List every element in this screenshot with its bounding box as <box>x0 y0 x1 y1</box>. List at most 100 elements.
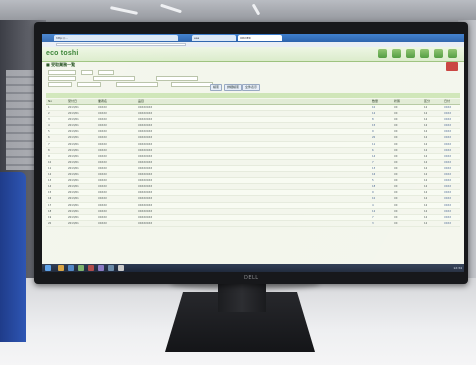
table-cell: 15 <box>48 191 52 195</box>
table-cell: 2013/01 <box>68 221 79 225</box>
taskbar-app-icon[interactable] <box>58 265 64 271</box>
table-cell: 12 <box>424 197 428 201</box>
column-header[interactable]: No <box>48 99 52 104</box>
header-app-icon[interactable] <box>406 49 415 58</box>
table-cell: XXXXXXXX <box>138 203 153 207</box>
table-body: 1 2013/01 XXXXX XXXXXXXX 10 XX 12 XXXX 2 2013/01 X… <box>46 105 460 227</box>
start-icon[interactable] <box>45 265 51 271</box>
table-cell: XXXX <box>444 118 452 122</box>
table-cell: 12 <box>424 130 428 134</box>
table-cell: XXXXX <box>98 173 107 177</box>
table-cell: 2013/01 <box>68 124 79 128</box>
search-field[interactable] <box>92 76 135 81</box>
search-field[interactable] <box>115 82 158 87</box>
table-cell: XXXXXXXX <box>138 197 153 201</box>
table-cell: XXXXXXXX <box>138 106 153 109</box>
column-header[interactable]: 状態 <box>394 99 400 104</box>
table-cell: 18 <box>372 185 376 189</box>
table-cell: 12 <box>424 142 428 146</box>
table-row[interactable]: 20 2013/01 XXXXX XXXXXXXX 3 XX 12 XXXX <box>46 221 460 227</box>
column-header[interactable]: 品目 <box>138 99 144 104</box>
table-cell: XX <box>394 112 398 116</box>
header-app-icon[interactable] <box>420 49 429 58</box>
table-cell: 11 <box>372 142 376 146</box>
page-title: ■ 受取業務一覧 <box>46 62 76 67</box>
header-app-icon[interactable] <box>378 49 387 58</box>
search-field[interactable] <box>48 76 76 81</box>
table-cell: 2013/01 <box>68 118 79 122</box>
table-cell: XX <box>394 118 398 122</box>
table-cell: XXXXXXXX <box>138 160 153 164</box>
table-cell: XXXXXXXX <box>138 124 153 128</box>
search-field[interactable] <box>97 70 114 75</box>
ceiling-light <box>109 6 139 15</box>
table-cell: 12 <box>424 154 428 158</box>
table-cell: 9 <box>372 191 374 195</box>
taskbar-app-icon[interactable] <box>78 265 84 271</box>
table-cell: 2 <box>48 112 50 116</box>
column-header[interactable]: 区分 <box>424 99 430 104</box>
table-cell: XX <box>394 130 398 134</box>
table-cell: 6 <box>372 148 374 152</box>
table-cell: XX <box>394 160 398 164</box>
table-cell: 12 <box>424 160 428 164</box>
table-cell: XXXXX <box>98 130 107 134</box>
column-header[interactable]: 受付日 <box>68 99 77 104</box>
taskbar-app-icon[interactable] <box>88 265 94 271</box>
table-cell: XX <box>394 203 398 207</box>
browser-tab[interactable]: esa <box>192 35 236 41</box>
table-cell: XXXXX <box>98 148 107 152</box>
show-all-button[interactable]: 全件表示 <box>242 84 261 91</box>
table-cell: XX <box>394 166 398 170</box>
table-cell: 14 <box>48 185 52 189</box>
search-field[interactable] <box>48 70 76 75</box>
table-cell: XX <box>394 221 398 225</box>
detail-search-button[interactable]: 詳細検索 <box>224 84 243 91</box>
table-cell: XXXX <box>444 191 452 195</box>
header-app-icon[interactable] <box>392 49 401 58</box>
table-cell: 2013/01 <box>68 197 79 201</box>
header-app-icon[interactable] <box>434 49 443 58</box>
table-cell: 12 <box>424 209 428 213</box>
table-cell: 2013/01 <box>68 160 79 164</box>
table-cell: 12 <box>424 118 428 122</box>
header-app-icon[interactable] <box>448 49 457 58</box>
browser-tab-active[interactable]: ORDER <box>238 35 282 41</box>
table-cell: 12 <box>424 215 428 219</box>
table-cell: XXXXXXXX <box>138 221 153 225</box>
browser-tab[interactable]: http://... <box>54 35 178 41</box>
table-cell: 7 <box>48 142 50 146</box>
table-cell: 12 <box>424 173 428 177</box>
search-button[interactable]: 検索 <box>210 84 223 91</box>
table-cell: XXXXX <box>98 160 107 164</box>
column-header[interactable]: 数量 <box>372 99 378 104</box>
search-field[interactable] <box>170 82 213 87</box>
taskbar-app-icon[interactable] <box>108 265 114 271</box>
column-header[interactable]: 業者名 <box>98 99 107 104</box>
taskbar-app-icon[interactable] <box>118 265 124 271</box>
table-cell: 18 <box>48 209 52 213</box>
table-cell: XX <box>394 106 398 109</box>
table-cell: XXXXX <box>98 197 107 201</box>
app-logo[interactable]: eco toshi <box>46 50 79 57</box>
table-cell: 2013/01 <box>68 166 79 170</box>
taskbar-app-icon[interactable] <box>68 265 74 271</box>
table-cell: XXXXXXXX <box>138 166 153 170</box>
search-field[interactable] <box>80 70 93 75</box>
table-cell: XXXX <box>444 154 452 158</box>
table-cell: XXXXX <box>98 112 107 116</box>
taskbar-app-icon[interactable] <box>98 265 104 271</box>
search-field[interactable] <box>76 82 101 87</box>
table-cell: XX <box>394 185 398 189</box>
search-field[interactable] <box>48 82 72 87</box>
alert-icon[interactable] <box>446 62 458 71</box>
search-field[interactable] <box>155 76 198 81</box>
table-cell: 13 <box>48 179 52 183</box>
table-cell: 4 <box>48 124 50 128</box>
address-input[interactable] <box>56 43 186 46</box>
ceiling-light <box>160 3 182 14</box>
table-cell: 7 <box>372 160 374 164</box>
column-header[interactable]: 日付 <box>444 99 450 104</box>
table-cell: XX <box>394 154 398 158</box>
system-tray-clock[interactable]: 12:34 <box>453 265 462 271</box>
